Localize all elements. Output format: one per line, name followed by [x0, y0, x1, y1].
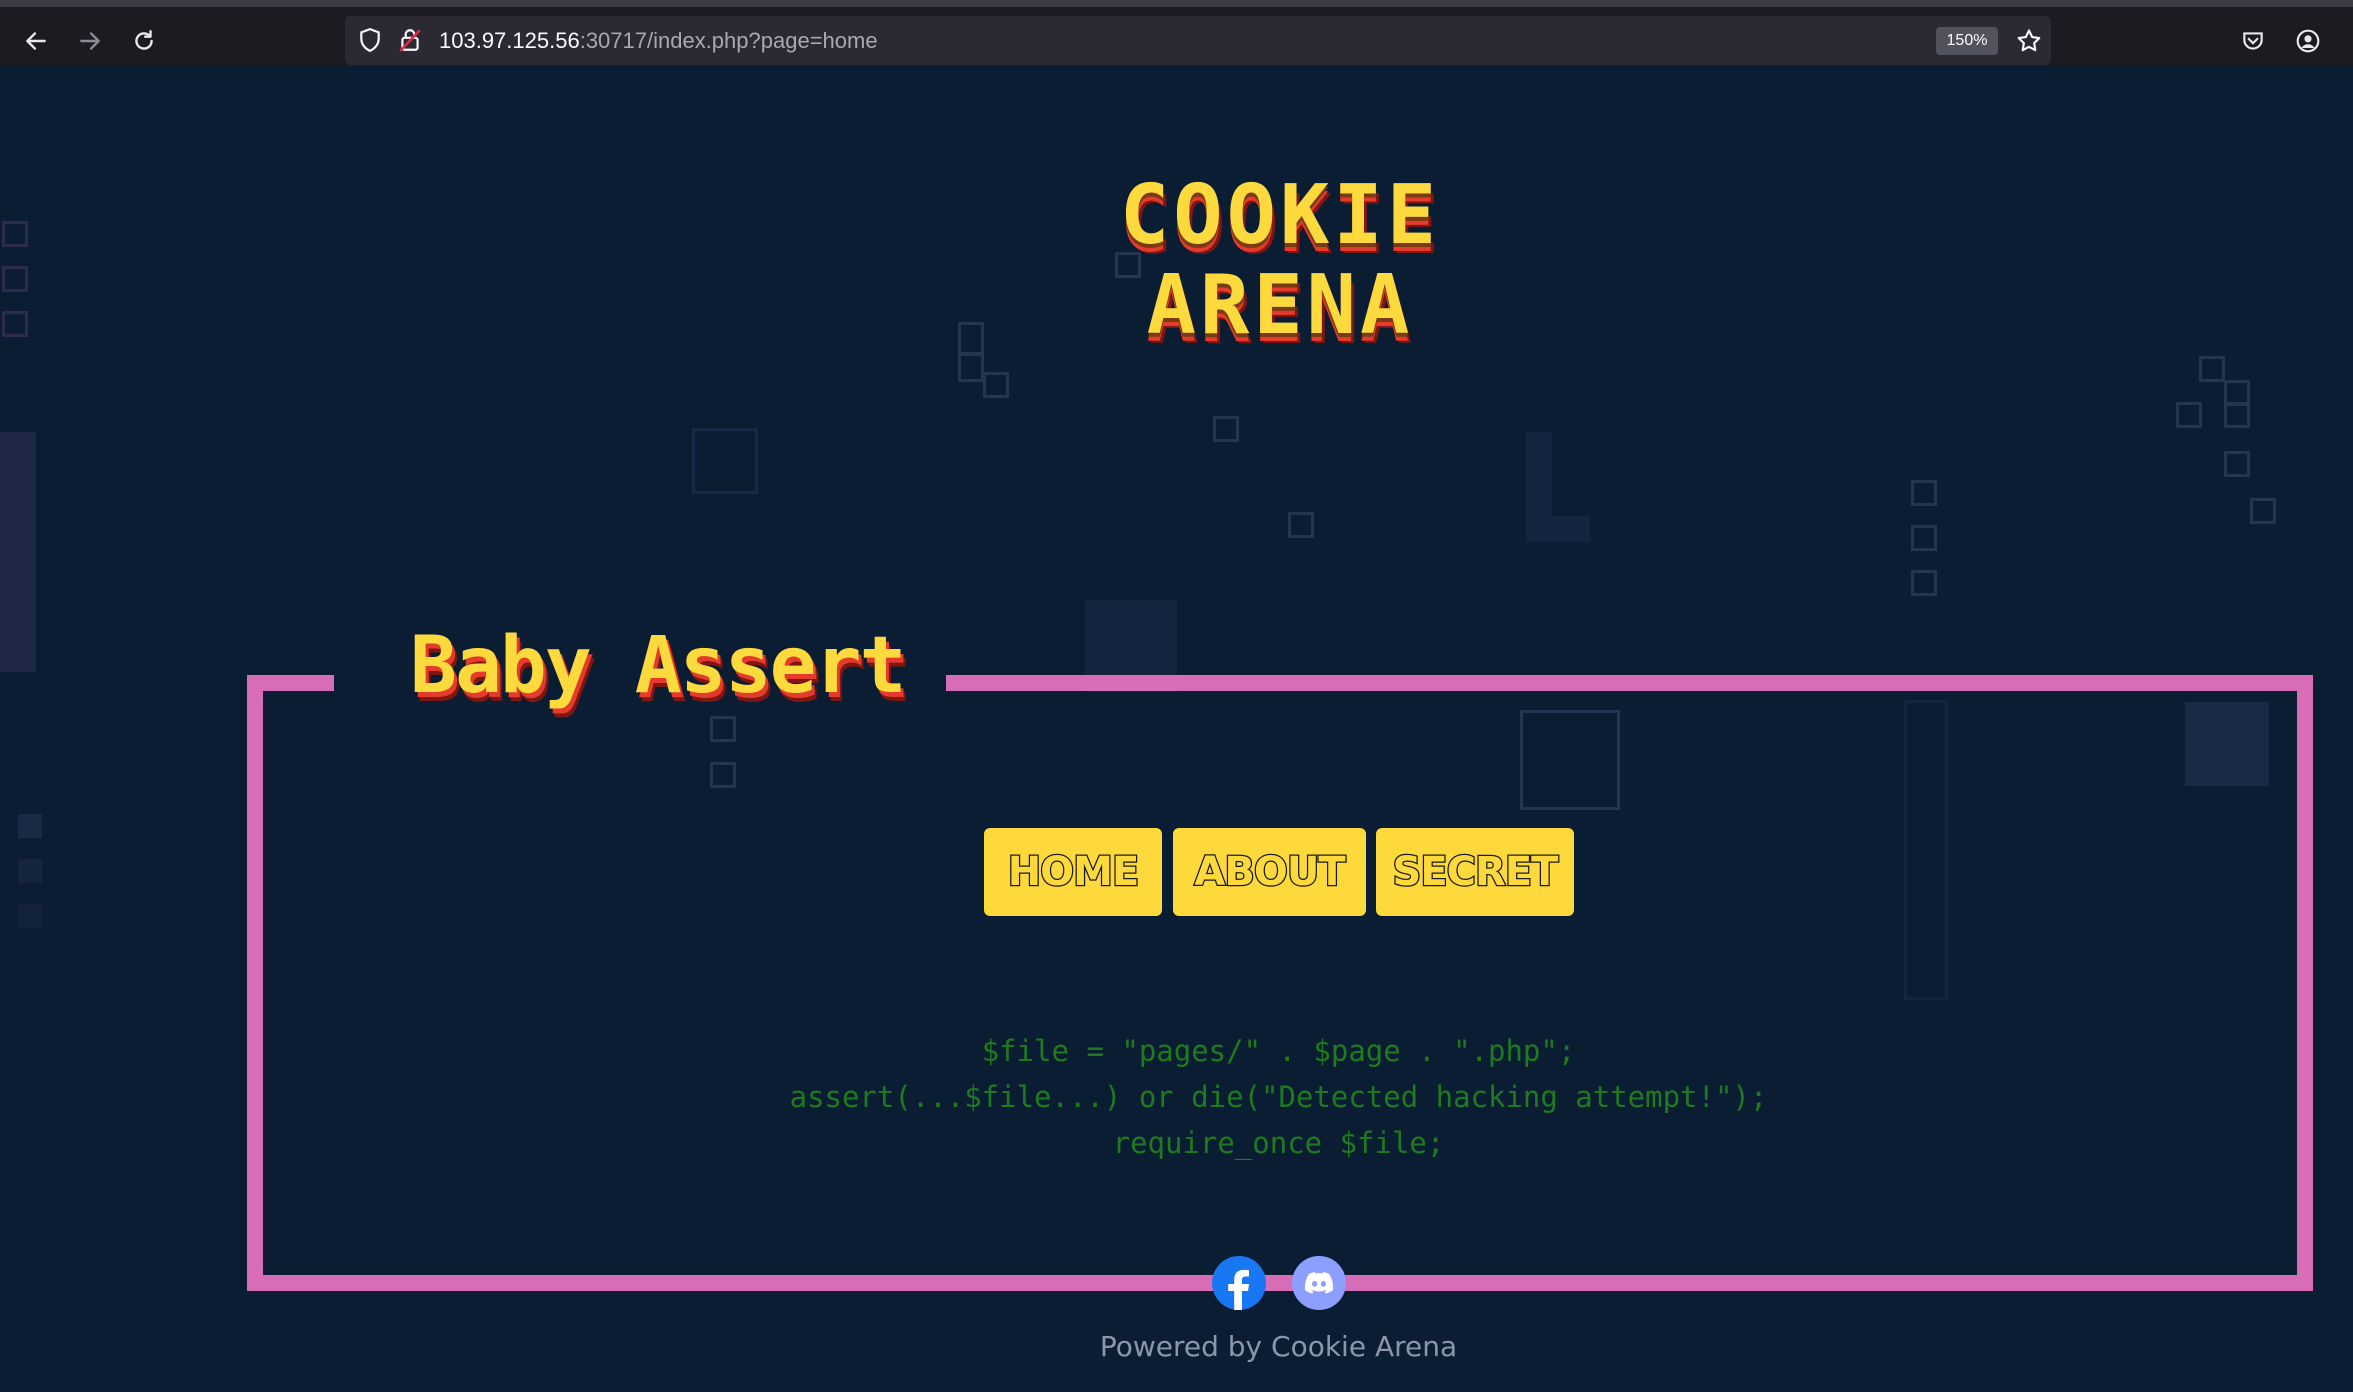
zoom-level-badge[interactable]: 150%: [1936, 27, 1998, 55]
code-snippet: $file = "pages/" . $page . ".php"; asser…: [0, 1028, 2353, 1166]
star-icon[interactable]: [2015, 27, 2043, 59]
background-decoration: [1526, 516, 1590, 542]
nav-about-button[interactable]: ABOUT: [1173, 828, 1366, 916]
background-decoration: [1288, 512, 1314, 538]
back-arrow-icon[interactable]: [16, 21, 56, 61]
url-text[interactable]: 103.97.125.56:30717/index.php?page=home: [439, 28, 878, 54]
nav-home-label: HOME: [1006, 848, 1140, 897]
background-decoration: [18, 814, 42, 838]
background-decoration: [2, 266, 28, 292]
nav-secret-label: SECRET: [1391, 848, 1559, 897]
logo-line-2: ARENA: [1146, 258, 1414, 353]
background-decoration: [0, 432, 36, 672]
footer-text: Powered by Cookie Arena: [1099, 1330, 1458, 1363]
page-title: Baby Assert: [410, 621, 907, 711]
background-decoration: [18, 904, 42, 928]
discord-icon[interactable]: [1292, 1256, 1346, 1310]
insecure-lock-icon[interactable]: [397, 27, 423, 57]
logo-line-1: COOKIE: [1119, 168, 1441, 263]
background-decoration: [1911, 570, 1937, 596]
background-decoration: [958, 352, 984, 382]
page-content: COOKIE ARENA Baby Assert HOME ABOUT SECR…: [0, 66, 2353, 1392]
background-decoration: [1213, 416, 1239, 442]
browser-toolbar: 103.97.125.56:30717/index.php?page=home …: [0, 0, 2353, 66]
background-decoration: [2224, 451, 2250, 477]
url-host: 103.97.125.56: [439, 28, 580, 53]
background-decoration: [983, 372, 1009, 398]
nav-home-button[interactable]: HOME: [984, 828, 1162, 916]
background-decoration: [1911, 480, 1937, 506]
code-line: $file = "pages/" . $page . ".php";: [981, 1034, 1576, 1068]
nav-secret-button[interactable]: SECRET: [1376, 828, 1574, 916]
nav-about-label: ABOUT: [1193, 848, 1347, 897]
background-decoration: [1911, 525, 1937, 551]
shield-icon[interactable]: [357, 27, 383, 57]
url-path: :30717/index.php?page=home: [579, 28, 878, 53]
background-decoration: [2, 221, 28, 247]
reload-icon[interactable]: [124, 21, 164, 61]
background-decoration: [2224, 402, 2250, 428]
forward-arrow-icon[interactable]: [70, 21, 110, 61]
code-line: assert(...$file...) or die("Detected hac…: [789, 1080, 1768, 1114]
background-decoration: [958, 322, 984, 356]
account-icon[interactable]: [2288, 21, 2328, 61]
address-bar[interactable]: 103.97.125.56:30717/index.php?page=home …: [345, 16, 2051, 65]
pocket-icon[interactable]: [2233, 21, 2273, 61]
content-frame: [247, 675, 2313, 1291]
background-decoration: [2, 311, 28, 337]
background-decoration: [18, 859, 42, 883]
background-decoration: [2250, 498, 2276, 524]
code-line: require_once $file;: [1112, 1126, 1445, 1160]
facebook-icon[interactable]: [1212, 1256, 1266, 1310]
background-decoration: [2176, 402, 2202, 428]
background-decoration: [2199, 356, 2225, 382]
background-decoration: [692, 428, 758, 494]
cookie-arena-logo[interactable]: COOKIE ARENA: [1100, 171, 1460, 351]
